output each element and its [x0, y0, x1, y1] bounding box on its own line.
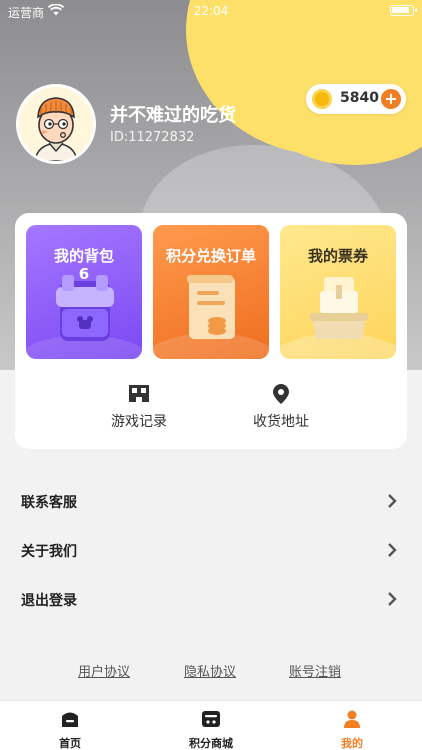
feature-card: 我的背包 6 积分兑换订单 我的票券 游戏记录 收货地址	[15, 213, 407, 449]
tab-label: 积分商城	[189, 737, 233, 750]
battery-icon	[390, 5, 417, 16]
points-value: 5840	[340, 90, 379, 106]
coin-icon	[312, 89, 332, 109]
about-us-row[interactable]: 关于我们	[0, 526, 422, 574]
tab-bar: 首页 积分商城 我的	[0, 700, 422, 750]
chevron-right-icon	[388, 592, 397, 606]
tab-points-mall[interactable]: 积分商城	[141, 701, 281, 750]
location-pin-icon	[273, 384, 289, 404]
tile-label: 我的背包	[53, 247, 114, 265]
tab-label: 我的	[341, 737, 363, 750]
user-id: ID:11272832	[110, 130, 195, 145]
menu-label: 关于我们	[21, 544, 77, 560]
privacy-policy-link[interactable]: 隐私协议	[184, 661, 236, 680]
backpack-count: 6	[78, 265, 90, 283]
footer-links: 用户协议 隐私协议 账号注销	[0, 661, 422, 681]
nickname: 并不难过的吃货	[110, 105, 236, 126]
delete-account-link[interactable]: 账号注销	[289, 661, 341, 680]
menu-label: 退出登录	[21, 593, 77, 609]
quick-action-label: 游戏记录	[111, 414, 167, 430]
chevron-right-icon	[388, 543, 397, 557]
shipping-address-button[interactable]: 收货地址	[221, 381, 341, 437]
add-points-button[interactable]: +	[381, 89, 401, 109]
avatar-illustration	[19, 87, 93, 161]
clock: 22:04	[193, 4, 229, 18]
game-record-icon	[129, 385, 149, 402]
home-icon	[62, 712, 78, 727]
points-balance[interactable]: 5840 +	[306, 84, 406, 114]
quick-action-label: 收货地址	[253, 414, 309, 430]
person-icon	[344, 710, 360, 728]
my-tickets-tile[interactable]: 我的票券	[280, 225, 396, 359]
chevron-right-icon	[388, 494, 397, 508]
tab-home[interactable]: 首页	[0, 701, 140, 750]
game-record-button[interactable]: 游戏记录	[79, 381, 199, 437]
tab-mine[interactable]: 我的	[282, 701, 422, 750]
tile-label: 我的票券	[307, 247, 368, 265]
avatar[interactable]	[16, 84, 96, 164]
status-bar: 运营商 22:04	[0, 0, 422, 22]
menu-label: 联系客服	[21, 495, 77, 511]
contact-support-row[interactable]: 联系客服	[0, 477, 422, 525]
tab-label: 首页	[59, 737, 81, 750]
store-icon	[202, 711, 220, 727]
my-backpack-tile[interactable]: 我的背包 6	[26, 225, 142, 359]
user-agreement-link[interactable]: 用户协议	[78, 661, 130, 680]
logout-row[interactable]: 退出登录	[0, 575, 422, 623]
tile-label: 积分兑换订单	[165, 247, 256, 265]
points-order-tile[interactable]: 积分兑换订单	[153, 225, 269, 359]
